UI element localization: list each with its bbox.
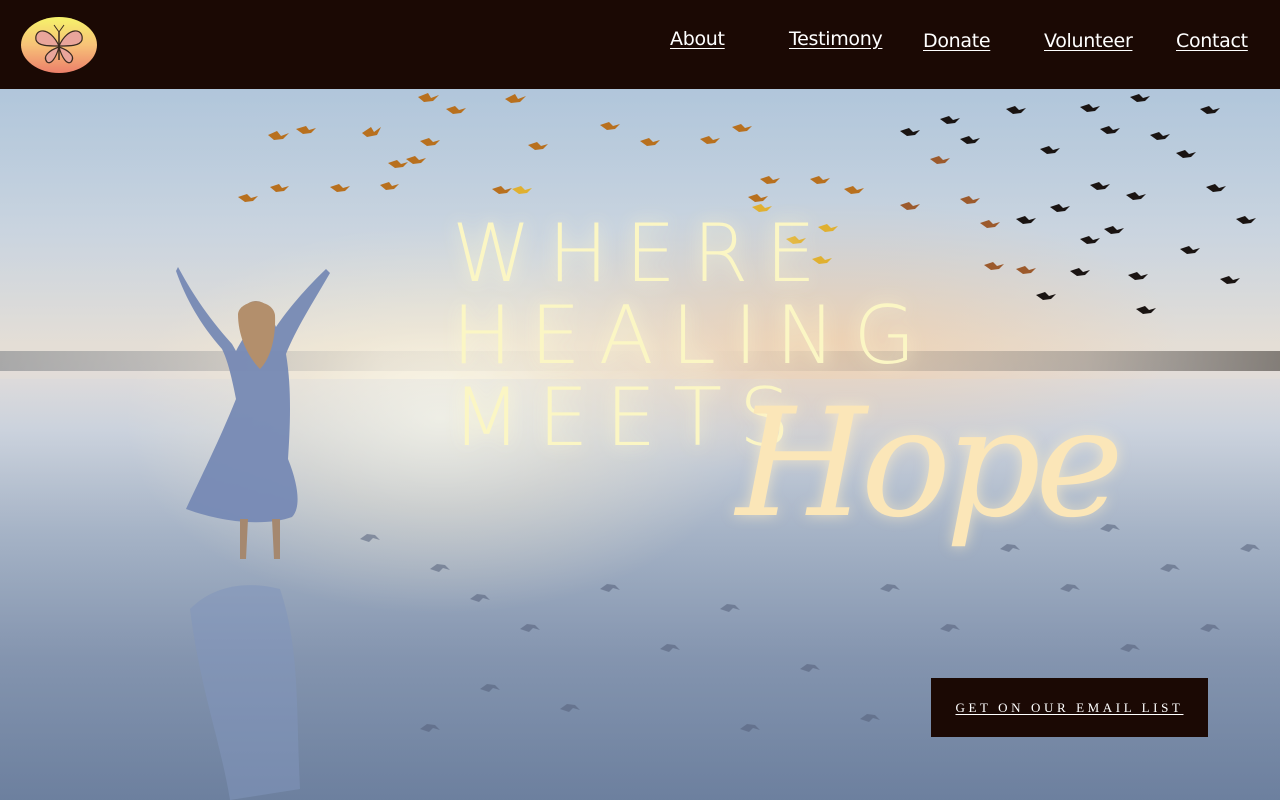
nav-contact-link[interactable]: Contact xyxy=(1176,30,1248,52)
site-header: About Testimony Donate Volunteer Contact xyxy=(0,0,1280,89)
nav-donate-link[interactable]: Donate xyxy=(923,30,991,52)
woman-figure xyxy=(176,267,330,800)
nav-volunteer-link[interactable]: Volunteer xyxy=(1044,30,1133,52)
flying-birds xyxy=(238,93,864,202)
headline-line-2: HEALING xyxy=(452,289,934,382)
email-list-button[interactable]: GET ON OUR EMAIL LIST xyxy=(931,678,1208,737)
nav-testimony-link[interactable]: Testimony xyxy=(789,28,883,50)
headline-line-1: WHERE xyxy=(452,207,833,300)
nav-about-link[interactable]: About xyxy=(670,28,725,50)
email-list-button-label: GET ON OUR EMAIL LIST xyxy=(955,699,1184,715)
butterfly-logo-icon[interactable] xyxy=(20,16,98,74)
headline-script-word: Hope xyxy=(736,377,1124,551)
